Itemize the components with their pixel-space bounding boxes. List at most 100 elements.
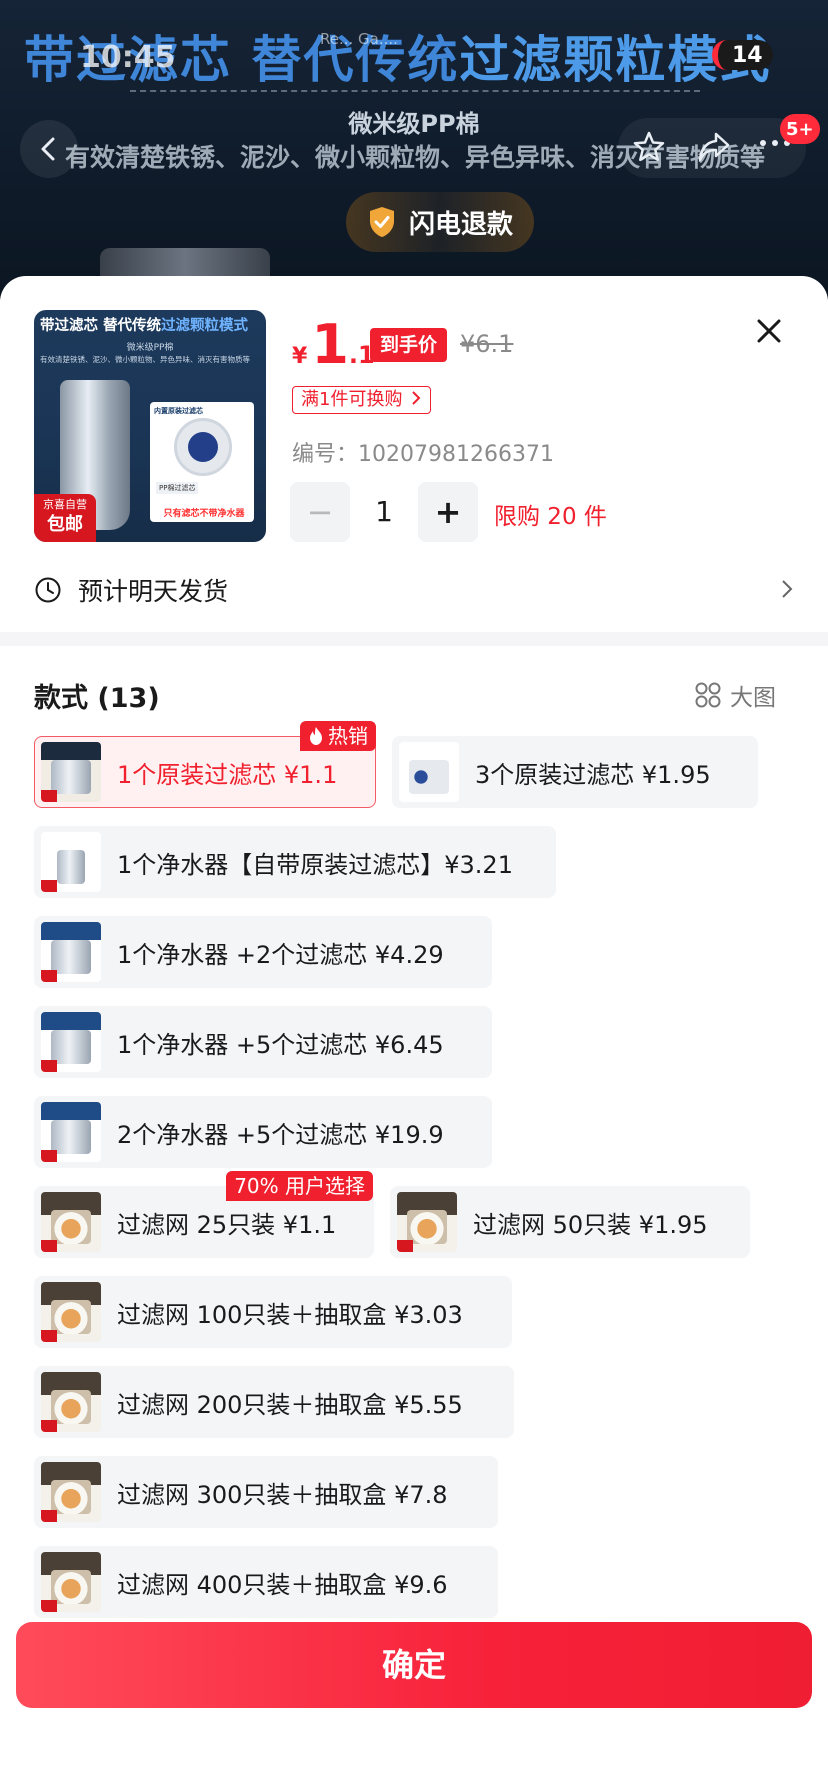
option-chip[interactable]: 过滤网 300只装＋抽取盒 ¥7.8 (34, 1456, 498, 1528)
promo-label: 满1件可换购 (301, 389, 403, 410)
price: ¥ 1 .1 (292, 318, 375, 378)
banner-divider (130, 90, 700, 92)
option-label: 1个净水器【自带原装过滤芯】¥3.21 (117, 850, 513, 879)
back-button[interactable] (20, 120, 78, 178)
sku-label: 编号： (292, 442, 359, 467)
thumb-title-part2: 过滤颗粒模式 (161, 318, 249, 334)
option-chip[interactable]: 过滤网 100只装＋抽取盒 ¥3.03 (34, 1276, 512, 1348)
original-price: ¥6.1 (460, 330, 514, 358)
purchase-limit: 限购 20 件 (494, 504, 607, 530)
sku-value: 10207981266371 (358, 442, 554, 467)
shield-check-icon (369, 207, 394, 237)
option-thumbnail (41, 1372, 101, 1432)
product-image (57, 850, 85, 884)
option-thumbnail (399, 742, 459, 802)
jd-badge-line1: 京喜自营 (43, 498, 87, 511)
option-thumbnail (41, 1012, 101, 1072)
product-image (409, 760, 449, 794)
option-label: 3个原装过滤芯 ¥1.95 (475, 760, 711, 789)
brand-mark (41, 970, 57, 982)
thumb-title: 带过滤芯 替代传统过滤颗粒模式 (40, 314, 262, 335)
product-image (407, 1210, 447, 1244)
brand-mark (41, 1240, 57, 1252)
quantity-decrease-button[interactable]: − (290, 482, 350, 542)
options-title: 款式 (13) (34, 683, 160, 714)
product-thumbnail[interactable]: 带过滤芯 替代传统过滤颗粒模式 微米级PP棉 有效清楚铁锈、泥沙、微小颗粒物、异… (34, 310, 266, 542)
quantity-increase-button[interactable]: + (418, 482, 478, 542)
favorite-button[interactable] (632, 130, 666, 168)
price-currency: ¥ (292, 344, 308, 369)
product-image (51, 1030, 91, 1064)
option-label: 1个原装过滤芯 ¥1.1 (117, 760, 338, 789)
thumb-card-tag: PP棉过滤芯 (156, 482, 199, 494)
option-chip[interactable]: 1个原装过滤芯 ¥1.1 热销 (34, 721, 376, 808)
promo-tag[interactable]: 满1件可换购 (292, 386, 432, 414)
option-thumbnail (41, 1102, 101, 1162)
brand-mark (41, 1600, 57, 1612)
brand-mark (41, 1060, 57, 1072)
sku-selector-sheet: 带过滤芯 替代传统过滤颗粒模式 微米级PP棉 有效清楚铁锈、泥沙、微小颗粒物、异… (0, 276, 828, 1792)
confirm-button[interactable]: 确定 (16, 1622, 812, 1708)
option-chip[interactable]: 3个原装过滤芯 ¥1.95 (392, 736, 758, 808)
option-chip[interactable]: 过滤网 25只装 ¥1.1 70% 用户选择 (34, 1171, 374, 1258)
option-label: 过滤网 400只装＋抽取盒 ¥9.6 (117, 1570, 448, 1599)
thumb-description: 有效清楚铁锈、泥沙、微小颗粒物、异色异味、消灭有害物质等 (40, 355, 250, 364)
thumb-title-part1: 带过滤芯 替代传统 (40, 318, 162, 334)
thumb-subtitle: 微米级PP棉 (126, 343, 174, 353)
option-thumbnail (41, 1192, 101, 1252)
shipping-text: 预计明天发货 (78, 577, 229, 606)
option-label: 1个净水器 +2个过滤芯 ¥4.29 (117, 940, 444, 969)
option-label: 过滤网 300只装＋抽取盒 ¥7.8 (117, 1480, 448, 1509)
option-thumbnail (41, 922, 101, 982)
option-chip[interactable]: 1个净水器【自带原装过滤芯】¥3.21 (34, 826, 556, 898)
thumb-card-label: 内置原装过滤芯 (154, 407, 203, 415)
product-image (51, 1480, 91, 1514)
filter-card-image: 内置原装过滤芯 PP棉过滤芯 (150, 402, 254, 522)
thumb-warning: 只有滤芯不带净水器 (163, 509, 245, 519)
option-label: 2个净水器 +5个过滤芯 ¥19.9 (117, 1120, 444, 1149)
cart-count-badge: 5+ (780, 114, 820, 144)
quantity-value[interactable]: 1 (350, 482, 418, 542)
brand-mark (41, 1150, 57, 1162)
chevron-left-icon (41, 137, 55, 161)
brand-mark (397, 1240, 413, 1252)
option-label: 1个净水器 +5个过滤芯 ¥6.45 (117, 1030, 444, 1059)
sku-number: 编号：10207981266371 (292, 436, 554, 468)
option-chip[interactable]: 过滤网 400只装＋抽取盒 ¥9.6 (34, 1546, 498, 1618)
option-chip[interactable]: 过滤网 200只装＋抽取盒 ¥5.55 (34, 1366, 514, 1438)
final-price-tag: 到手价 (370, 328, 448, 362)
option-chip[interactable]: 2个净水器 +5个过滤芯 ¥19.9 (34, 1096, 492, 1168)
star-icon (633, 131, 665, 162)
product-image (51, 1570, 91, 1604)
brand-mark (41, 790, 57, 802)
option-chip[interactable]: 过滤网 50只装 ¥1.95 (390, 1186, 750, 1258)
status-battery-badge: 14 (712, 40, 773, 70)
option-chip[interactable]: 1个净水器 +2个过滤芯 ¥4.29 (34, 916, 492, 988)
option-thumbnail (41, 832, 101, 892)
user-choice-label: 70% 用户选择 (234, 1174, 365, 1198)
option-thumbnail (41, 1282, 101, 1342)
option-label: 过滤网 25只装 ¥1.1 (117, 1210, 337, 1239)
option-thumbnail (41, 1462, 101, 1522)
hot-sale-label: 热销 (328, 724, 368, 748)
big-image-toggle[interactable]: 大图 (694, 678, 776, 712)
shipping-row[interactable]: 预计明天发货 (34, 570, 794, 610)
chevron-right-icon (412, 391, 421, 405)
product-image (51, 760, 91, 794)
option-chip[interactable]: 1个净水器 +5个过滤芯 ¥6.45 (34, 1006, 492, 1078)
flash-refund-label: 闪电退款 (408, 209, 513, 240)
grid-icon (695, 682, 721, 708)
clock-icon (35, 577, 61, 603)
share-icon (698, 132, 730, 162)
big-image-label: 大图 (730, 685, 776, 711)
close-button[interactable] (752, 314, 786, 348)
user-choice-badge: 70% 用户选择 (226, 1171, 373, 1201)
brand-mark (41, 1510, 57, 1522)
product-image (51, 1120, 91, 1154)
hot-sale-badge: 热销 (300, 721, 376, 751)
option-thumbnail (41, 742, 101, 802)
chevron-right-icon (782, 580, 793, 598)
product-image (51, 940, 91, 974)
share-button[interactable] (696, 130, 732, 168)
more-dot-icon (772, 140, 778, 146)
